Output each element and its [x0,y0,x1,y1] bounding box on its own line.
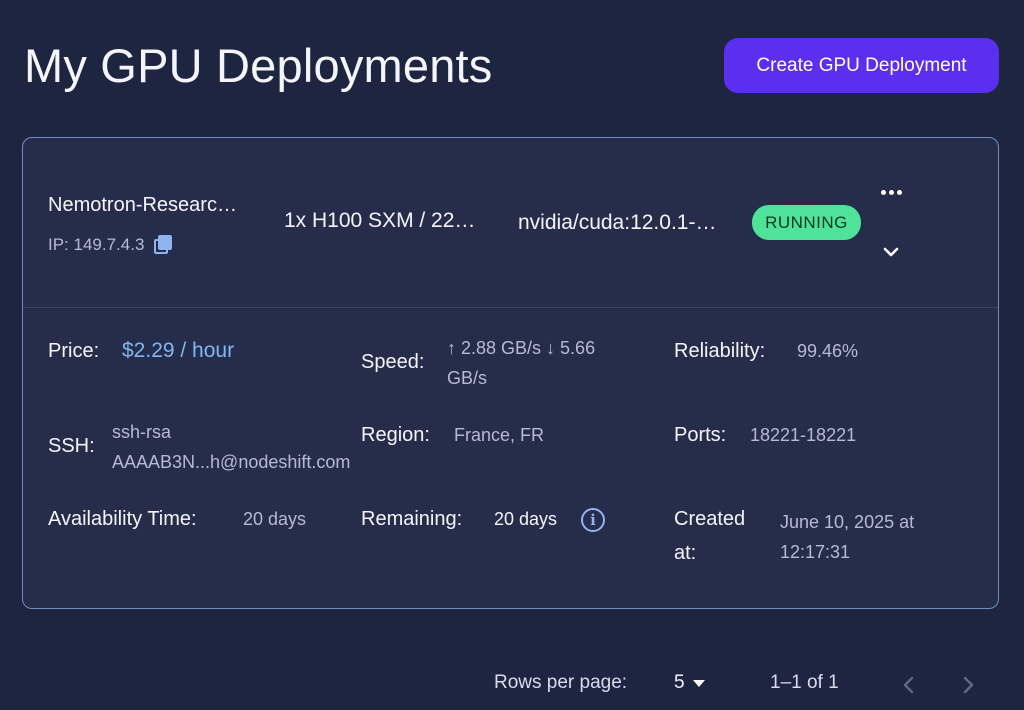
info-icon[interactable]: i [581,508,605,532]
deployment-ip: IP: 149.7.4.3 [48,235,145,254]
created-label-line1: Created [674,508,746,530]
availability-time-value: 20 days [243,509,307,529]
rows-per-page-label: Rows per page: [494,672,628,693]
page-title: My GPU Deployments [24,39,493,92]
deployment-card: Nemotron-Researc… IP: 149.7.4.3 1x H100 … [22,137,999,609]
status-badge: RUNNING [752,205,861,240]
created-value-line2: 12:17:31 [780,542,851,562]
reliability-label: Reliability: [674,340,766,362]
reliability-value: 99.46% [797,341,859,361]
chevron-right-icon[interactable] [956,672,980,698]
price-value: $2.29 / hour [122,339,235,362]
deployment-summary-row[interactable]: Nemotron-Researc… IP: 149.7.4.3 1x H100 … [23,138,998,307]
rows-per-page-value: 5 [674,672,685,693]
price-label: Price: [48,340,100,362]
more-horizontal-icon[interactable] [877,182,905,202]
ports-label: Ports: [674,424,727,446]
speed-value-line2: GB/s [447,368,488,388]
ssh-label: SSH: [48,435,95,457]
ssh-value-line2: AAAAB3N...h@nodeshift.com [112,452,351,472]
region-value: France, FR [454,425,545,445]
created-value-line1: June 10, 2025 at [780,512,915,532]
deployment-gpu: 1x H100 SXM / 22… [284,209,476,232]
region-label: Region: [361,424,430,446]
remaining-label: Remaining: [361,508,463,530]
copy-icon[interactable] [154,235,174,255]
availability-time-label: Availability Time: [48,508,197,530]
remaining-value: 20 days [494,509,558,529]
deployment-name: Nemotron-Researc… [48,194,237,216]
ssh-value-line1: ssh-rsa [112,422,172,442]
card-divider [23,307,998,308]
pagination-range: 1–1 of 1 [770,672,839,693]
chevron-down-icon[interactable] [880,241,902,263]
rows-per-page-select[interactable]: 5 [674,672,705,694]
deployment-ip-row: IP: 149.7.4.3 [48,235,174,255]
speed-label: Speed: [361,351,425,373]
ports-value: 18221-18221 [750,425,857,445]
created-label-line2: at: [674,542,697,564]
deployment-image: nvidia/cuda:12.0.1-… [518,211,717,234]
speed-value-line1: ↑ 2.88 GB/s ↓ 5.66 [447,338,596,358]
create-gpu-deployment-button[interactable]: Create GPU Deployment [724,38,999,93]
chevron-left-icon[interactable] [897,672,921,698]
caret-down-icon [692,679,705,687]
